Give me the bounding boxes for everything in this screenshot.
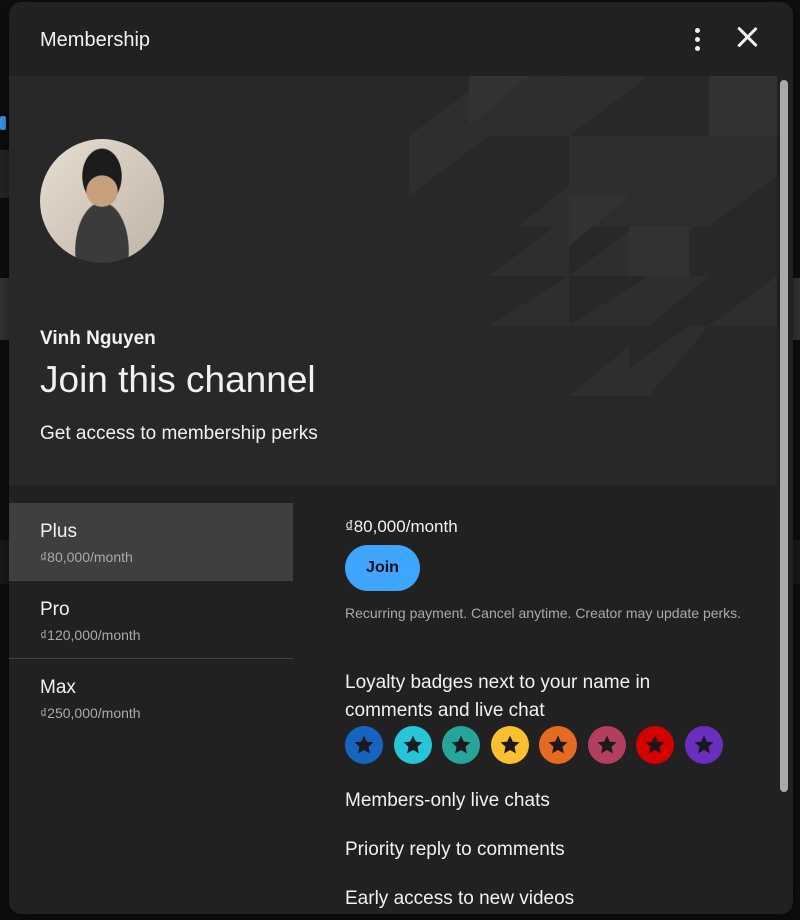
perk-priority-reply: Priority reply to comments [345, 839, 565, 860]
hero-subtitle: Get access to membership perks [40, 423, 318, 444]
tier-plus[interactable]: Plus ₫80,000/month [9, 503, 293, 581]
perk-live-chats: Members-only live chats [345, 790, 550, 811]
dialog-title: Membership [40, 29, 151, 51]
perk-loyalty-badges: Loyalty badges next to your name in comm… [345, 672, 651, 721]
hero-title: Join this channel [40, 359, 316, 400]
star-badge-icon [684, 726, 723, 764]
star-badge-icon [636, 726, 674, 764]
background-link [0, 116, 6, 130]
more-vertical-icon[interactable] [687, 26, 707, 54]
channel-avatar [40, 139, 164, 263]
scrollbar-thumb[interactable] [780, 80, 788, 792]
tier-price: ₫80,000/month [40, 549, 133, 565]
tier-list: Plus ₫80,000/month Pro ₫120,000/month Ma… [9, 503, 293, 736]
star-badge-icon [393, 726, 432, 764]
perk-early-access: Early access to new videos [345, 888, 575, 909]
tier-name: Plus [40, 521, 77, 542]
close-icon[interactable] [736, 26, 758, 48]
dialog-header: Membership [9, 2, 793, 76]
channel-name: Vinh Nguyen [40, 328, 156, 349]
loyalty-badges [345, 726, 733, 766]
tier-max[interactable]: Max ₫250,000/month [9, 659, 293, 736]
star-badge-icon [345, 726, 383, 764]
tier-pro[interactable]: Pro ₫120,000/month [9, 581, 293, 659]
tier-name: Max [40, 677, 76, 698]
star-badge-icon [587, 726, 626, 764]
star-badge-icon [490, 726, 529, 764]
tier-name: Pro [40, 599, 70, 620]
selected-tier-price: ₫80,000/month [345, 517, 458, 536]
hero-banner: Vinh Nguyen Join this channel Get access… [9, 76, 777, 485]
join-button[interactable]: Join [345, 545, 420, 591]
star-badge-icon [539, 726, 577, 764]
star-badge-icon [442, 726, 480, 764]
tier-price: ₫120,000/month [40, 627, 141, 643]
tier-price: ₫250,000/month [40, 705, 141, 721]
membership-dialog: Membership Vinh Nguyen Join this channel… [9, 2, 793, 914]
payment-note: Recurring payment. Cancel anytime. Creat… [345, 605, 742, 621]
